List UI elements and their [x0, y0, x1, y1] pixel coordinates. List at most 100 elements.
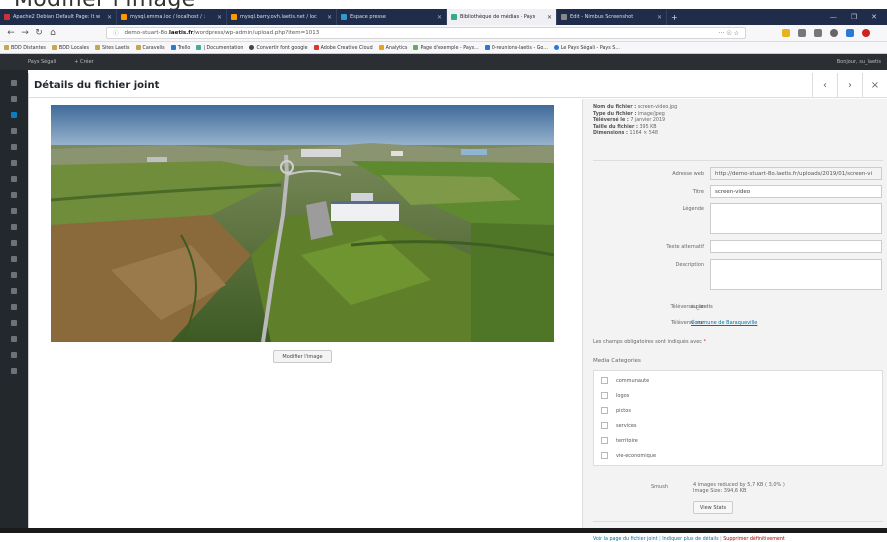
- attachment-details-modal: Détails du fichier joint ‹ › × Modifier …: [28, 73, 887, 542]
- maximize-icon[interactable]: ❐: [851, 13, 857, 21]
- url-actions[interactable]: ··· ☉ ☆: [719, 30, 745, 37]
- info-icon: ⓘ: [113, 31, 119, 37]
- more-details-link[interactable]: Indiquer plus de détails: [662, 537, 718, 542]
- bookmark-item[interactable]: Page d'exemple - Pays...: [413, 44, 479, 51]
- pages-icon[interactable]: [11, 128, 17, 134]
- bookmarks-bar: BDD Distantes BDD Locales Sites Laetis C…: [0, 42, 887, 54]
- description-textarea[interactable]: [710, 259, 882, 290]
- menu-item-icon[interactable]: [11, 336, 17, 342]
- bookmark-item[interactable]: Adobe Creative Cloud: [313, 44, 373, 51]
- view-stats-button[interactable]: View Stats: [693, 501, 733, 514]
- tools-icon[interactable]: [11, 208, 17, 214]
- close-tab-icon[interactable]: ✕: [433, 14, 442, 21]
- previous-button[interactable]: ‹: [812, 73, 837, 97]
- appearance-icon[interactable]: [11, 160, 17, 166]
- new-content-link[interactable]: + Créer: [74, 59, 93, 65]
- next-button[interactable]: ›: [837, 73, 862, 97]
- menu-item-icon[interactable]: [11, 256, 17, 262]
- modal-header-buttons: ‹ › ×: [812, 73, 887, 97]
- checkbox[interactable]: [601, 437, 608, 444]
- bookmark-item[interactable]: Sites Laetis: [95, 44, 130, 51]
- adblock-icon[interactable]: [862, 29, 870, 37]
- plugins-icon[interactable]: [11, 176, 17, 182]
- extension-icon[interactable]: [782, 29, 790, 37]
- tab-mysql-barry[interactable]: mysql.barry.ovh.laetis.net / loc ✕: [227, 9, 337, 25]
- globe-icon: [249, 44, 255, 50]
- home-icon[interactable]: ⌂: [46, 28, 60, 38]
- uploaded-on-link[interactable]: Commune de Baraqueville: [691, 320, 757, 326]
- tab-apache[interactable]: Apache2 Debian Default Page: It w ✕: [0, 9, 117, 25]
- site-icon: [553, 44, 559, 50]
- bookmark-item[interactable]: Convertir font google: [249, 44, 308, 51]
- minimize-icon[interactable]: —: [830, 13, 837, 21]
- close-tab-icon[interactable]: ✕: [103, 14, 112, 21]
- tab-bibliotheque[interactable]: Bibliothèque de médias · Pays ✕: [447, 9, 557, 25]
- delete-permanently-link[interactable]: Supprimer définitivement: [723, 537, 785, 542]
- close-tab-icon[interactable]: ✕: [213, 14, 222, 21]
- close-window-icon[interactable]: ✕: [871, 13, 877, 21]
- screenshot-icon[interactable]: [846, 29, 854, 37]
- checkbox[interactable]: [601, 422, 608, 429]
- category-item[interactable]: services: [601, 422, 637, 429]
- description-label: Description: [675, 262, 704, 268]
- caption-label: Légende: [682, 206, 704, 212]
- tab-nimbus[interactable]: Edit - Nimbus Screenshot ✕: [557, 9, 667, 25]
- menu-item-icon[interactable]: [11, 304, 17, 310]
- caption-textarea[interactable]: [710, 203, 882, 234]
- tab-mysql-emma[interactable]: mysql.emma.loc / localhost / : ✕: [117, 9, 227, 25]
- title-input[interactable]: screen-video: [710, 185, 882, 198]
- sidebar-icon[interactable]: [814, 29, 822, 37]
- close-tab-icon[interactable]: ✕: [653, 14, 662, 21]
- dashboard-icon[interactable]: [11, 80, 17, 86]
- bookmark-item[interactable]: 0-reunions-laetis - Go...: [484, 44, 548, 51]
- menu-item-icon[interactable]: [11, 288, 17, 294]
- menu-item-icon[interactable]: [11, 272, 17, 278]
- category-item[interactable]: communaute: [601, 377, 649, 384]
- users-icon[interactable]: [11, 192, 17, 198]
- url-field[interactable]: http://demo-stuart-8o.laetis.fr/uploads/…: [710, 167, 882, 180]
- category-item[interactable]: logos: [601, 392, 629, 399]
- library-icon[interactable]: [798, 29, 806, 37]
- sync-icon[interactable]: [830, 29, 838, 37]
- view-attachment-page-link[interactable]: Voir la page du fichier joint: [593, 537, 658, 542]
- settings-icon[interactable]: [11, 224, 17, 230]
- os-taskbar: [0, 528, 887, 533]
- close-tab-icon[interactable]: ✕: [543, 14, 552, 21]
- alt-input[interactable]: [710, 240, 882, 253]
- user-greeting[interactable]: Bonjour, su_laetis: [837, 59, 887, 65]
- attachment-info-panel: Nom du fichier : screen-video.jpg Type d…: [582, 99, 887, 542]
- posts-icon[interactable]: [11, 96, 17, 102]
- checkbox[interactable]: [601, 377, 608, 384]
- new-tab-button[interactable]: +: [667, 9, 682, 25]
- tab-espace-presse[interactable]: Espace presse ✕: [337, 9, 447, 25]
- url-bar[interactable]: ⓘ demo-stuart-8o. laetis.fr/wordpress/wp-…: [106, 27, 746, 39]
- category-item[interactable]: territoire: [601, 437, 638, 444]
- favicon-icon: [121, 14, 127, 20]
- menu-item-icon[interactable]: [11, 240, 17, 246]
- collapse-icon[interactable]: [11, 368, 17, 374]
- menu-item-icon[interactable]: [11, 352, 17, 358]
- bookmark-item[interactable]: Trello: [170, 44, 190, 51]
- site-name-link[interactable]: Pays Ségali: [28, 59, 56, 65]
- checkbox[interactable]: [601, 392, 608, 399]
- reload-icon[interactable]: ↻: [32, 28, 46, 38]
- category-item[interactable]: vie-economique: [601, 452, 656, 459]
- bookmark-item[interactable]: BDD Distantes: [4, 44, 46, 51]
- bookmark-item[interactable]: Le Pays Ségali - Pays S...: [553, 44, 620, 51]
- category-item[interactable]: pictos: [601, 407, 631, 414]
- bookmark-item[interactable]: | Documentation: [196, 44, 243, 51]
- forward-icon[interactable]: →: [18, 28, 32, 38]
- bookmark-item[interactable]: BDD Locales: [51, 44, 89, 51]
- checkbox[interactable]: [601, 452, 608, 459]
- wp-admin-bar: Pays Ségali + Créer Bonjour, su_laetis: [0, 54, 887, 70]
- bookmark-item[interactable]: Analytics: [378, 44, 407, 51]
- comments-icon[interactable]: [11, 144, 17, 150]
- close-button[interactable]: ×: [862, 73, 887, 97]
- edit-image-button[interactable]: Modifier l'image: [273, 350, 332, 363]
- back-icon[interactable]: ←: [4, 28, 18, 38]
- media-icon[interactable]: [11, 112, 17, 118]
- menu-item-icon[interactable]: [11, 320, 17, 326]
- bookmark-item[interactable]: Caravelis: [135, 44, 165, 51]
- checkbox[interactable]: [601, 407, 608, 414]
- close-tab-icon[interactable]: ✕: [323, 14, 332, 21]
